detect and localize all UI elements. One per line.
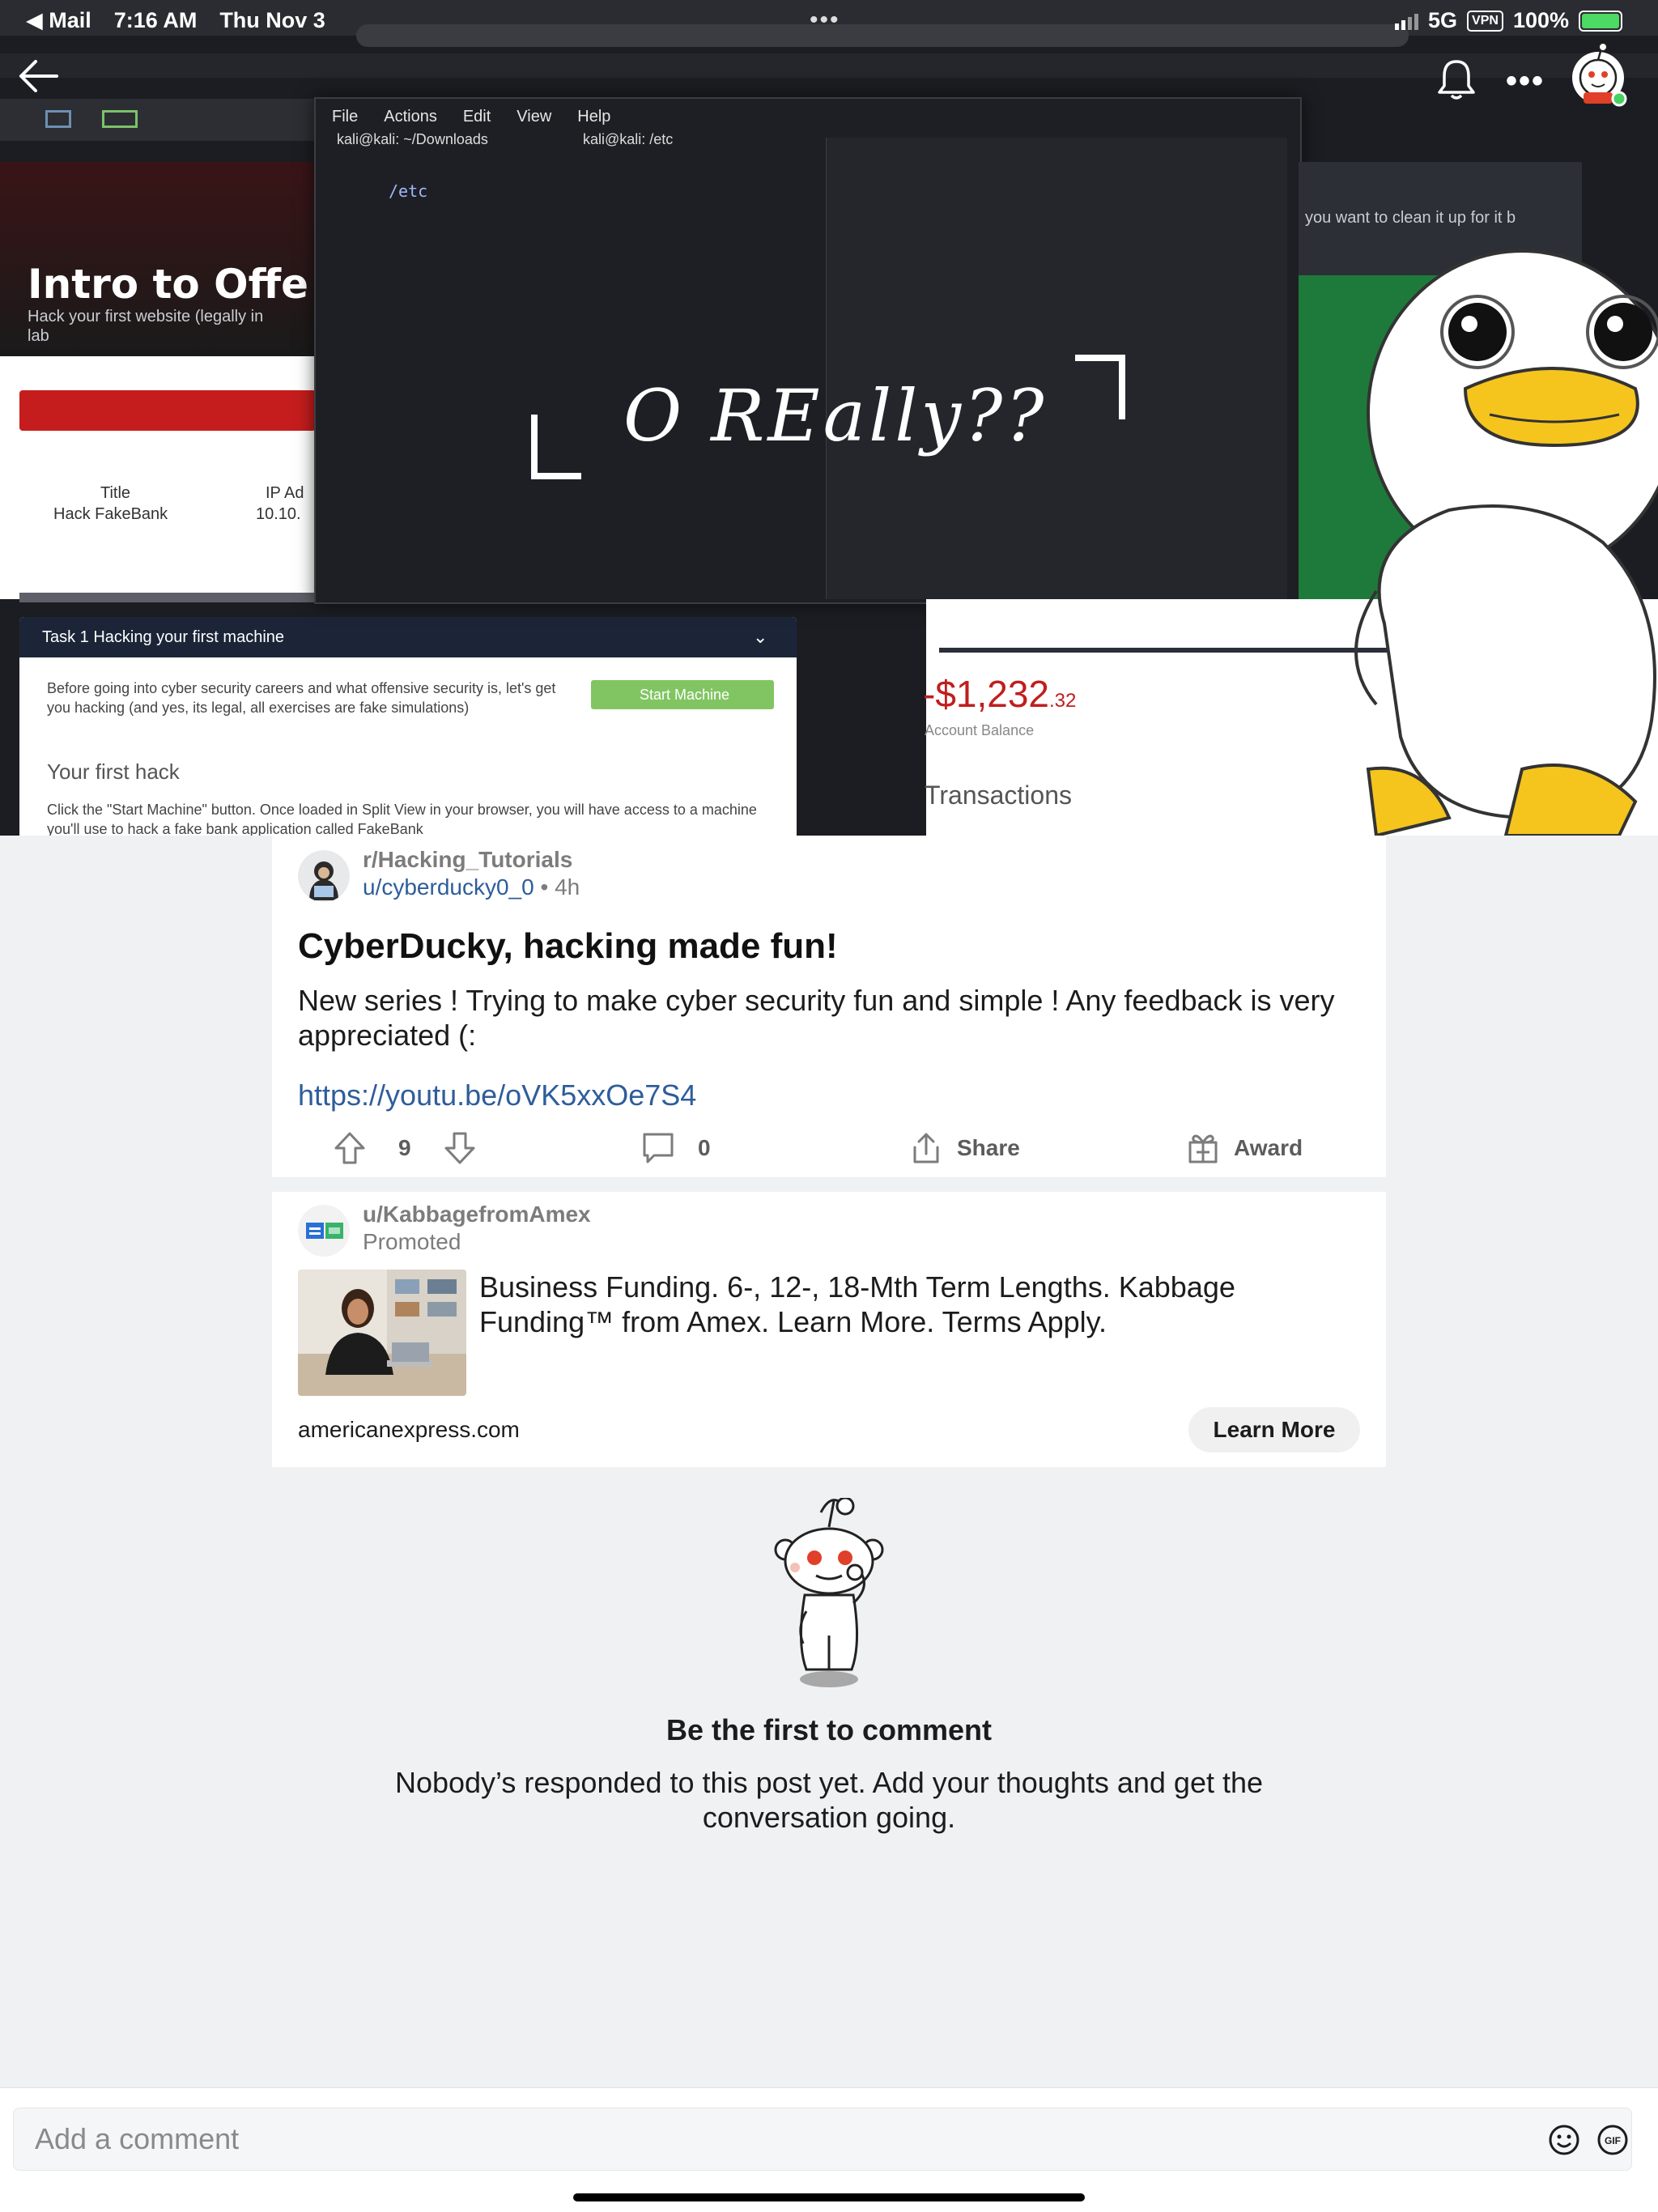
ad-thumbnail-image[interactable]: [298, 1270, 466, 1396]
share-button[interactable]: Share: [910, 1124, 1020, 1172]
terminal-menu-help: Help: [577, 107, 611, 125]
course-subtitle: Hack your first website (legally in: [28, 308, 264, 325]
window-toolbar-icon: [45, 110, 71, 128]
vote-group: 9: [334, 1124, 476, 1172]
video-caption: O REally??: [623, 374, 1048, 457]
share-icon: [913, 1133, 939, 1163]
comments-button[interactable]: 0: [641, 1124, 711, 1172]
red-action-bar: [19, 390, 316, 431]
task-body-text-2: Click the "Start Machine" button. Once l…: [47, 802, 757, 836]
post-action-bar: 9 0 Share Award: [272, 1124, 1386, 1172]
advertiser-avatar[interactable]: [298, 1205, 350, 1257]
vpn-badge: VPN: [1467, 10, 1503, 32]
terminal-menu-bar: File Actions Edit View Help: [324, 100, 1295, 133]
table-ip-value: 10.10.: [256, 505, 301, 523]
table-title-value: Hack FakeBank: [53, 505, 168, 523]
ad-domain[interactable]: americanexpress.com: [298, 1417, 520, 1443]
post-author-line: u/cyberducky0_0 • 4h: [363, 874, 580, 900]
ad-headline[interactable]: Business Funding. 6-, 12-, 18-Mth Term L…: [479, 1270, 1354, 1339]
post-title: CyberDucky, hacking made fun!: [298, 926, 838, 966]
task-header-text: Task 1 Hacking your first machine: [42, 628, 285, 646]
signal-icon: [1395, 12, 1418, 30]
caption-bracket-right: [1075, 355, 1125, 419]
terminal-menu-file: File: [332, 107, 359, 125]
bookmarks-bar: [0, 53, 1658, 78]
snoo-mascot: [774, 1498, 884, 1687]
post-author[interactable]: u/cyberducky0_0: [363, 874, 534, 900]
status-time: 7:16 AM: [113, 8, 198, 32]
avatar-icon[interactable]: [1569, 42, 1627, 107]
home-indicator[interactable]: [573, 2193, 1085, 2201]
comment-input[interactable]: [13, 2108, 1632, 2171]
task-subheading: Your first hack: [47, 759, 180, 784]
network-type: 5G: [1428, 8, 1458, 32]
back-to-app-link[interactable]: ◀ Mail: [26, 8, 91, 33]
window-toolbar-icon: [102, 110, 138, 128]
start-machine-label: Start Machine: [640, 687, 730, 703]
course-title: Intro to Offe: [28, 261, 309, 308]
promoted-label: Promoted: [363, 1229, 461, 1254]
award-icon: [1188, 1134, 1218, 1163]
upvote-icon[interactable]: [334, 1131, 366, 1165]
post-body: New series ! Trying to make cyber securi…: [298, 984, 1335, 1052]
multitask-dots-icon[interactable]: •••: [810, 6, 840, 34]
meta-separator: •: [534, 874, 555, 900]
duck-mascot: [1354, 249, 1658, 836]
table-ip-header: IP Ad: [266, 484, 304, 502]
share-label: Share: [957, 1135, 1020, 1160]
task-body-text: Before going into cyber security careers…: [47, 680, 556, 716]
vote-score: 9: [398, 1135, 411, 1160]
terminal-prompt: /etc: [389, 181, 428, 201]
terminal-menu-actions: Actions: [384, 107, 437, 125]
table-title-header: Title: [100, 484, 131, 502]
task-chevron-icon: ⌄: [753, 627, 768, 647]
post-age: 4h: [555, 874, 580, 900]
battery-percent: 100%: [1512, 8, 1569, 32]
emoji-icon[interactable]: [1548, 2124, 1580, 2156]
bank-transactions-heading: Transactions: [925, 781, 1072, 810]
empty-state-message: Nobody’s responded to this post yet. Add…: [394, 1766, 1264, 1834]
comment-icon: [643, 1133, 674, 1163]
gif-icon[interactable]: GIF: [1596, 2124, 1629, 2156]
back-arrow-icon[interactable]: [18, 58, 58, 94]
terminal-split-pane: [826, 138, 1287, 599]
bell-icon[interactable]: [1438, 58, 1475, 100]
downvote-icon[interactable]: [444, 1131, 476, 1165]
subreddit-avatar[interactable]: [298, 850, 350, 902]
bank-balance-label: Account Balance: [925, 722, 1035, 738]
status-date: Thu Nov 3: [219, 8, 325, 32]
course-subtitle-2: lab: [28, 327, 49, 345]
comment-composer-bar: GIF: [0, 2087, 1658, 2212]
award-label: Award: [1234, 1135, 1303, 1160]
svg-text:GIF: GIF: [1605, 2135, 1621, 2146]
comment-count: 0: [698, 1135, 711, 1160]
battery-icon: [1579, 10, 1622, 32]
bank-balance: -$1,232.32: [923, 672, 1076, 716]
more-icon[interactable]: •••: [1506, 63, 1545, 100]
learn-more-button[interactable]: Learn More: [1188, 1407, 1360, 1453]
caption-bracket-left: [531, 415, 581, 479]
terminal-tab-1: kali@kali: ~/Downloads: [337, 131, 488, 147]
bank-balance-amount: -$1,232: [923, 673, 1050, 715]
terminal-menu-edit: Edit: [462, 107, 491, 125]
post-card: r/Hacking_Tutorials u/cyberducky0_0 • 4h…: [272, 836, 1386, 1177]
video-thumbnail[interactable]: Intro to Offe Hack your first website (l…: [0, 0, 1658, 836]
award-button[interactable]: Award: [1187, 1124, 1303, 1172]
bank-balance-cents: .32: [1049, 690, 1077, 712]
promoted-post-card[interactable]: u/KabbagefromAmex Promoted Business Fund…: [272, 1192, 1386, 1467]
terminal-tab-2: kali@kali: /etc: [583, 131, 674, 147]
post-link[interactable]: https://youtu.be/oVK5xxOe7S4: [298, 1078, 696, 1112]
empty-state-title: Be the first to comment: [665, 1713, 993, 1746]
terminal-menu-view: View: [517, 107, 552, 125]
subreddit-name[interactable]: r/Hacking_Tutorials: [363, 847, 572, 873]
advertiser-name[interactable]: u/KabbagefromAmex: [363, 1202, 591, 1227]
